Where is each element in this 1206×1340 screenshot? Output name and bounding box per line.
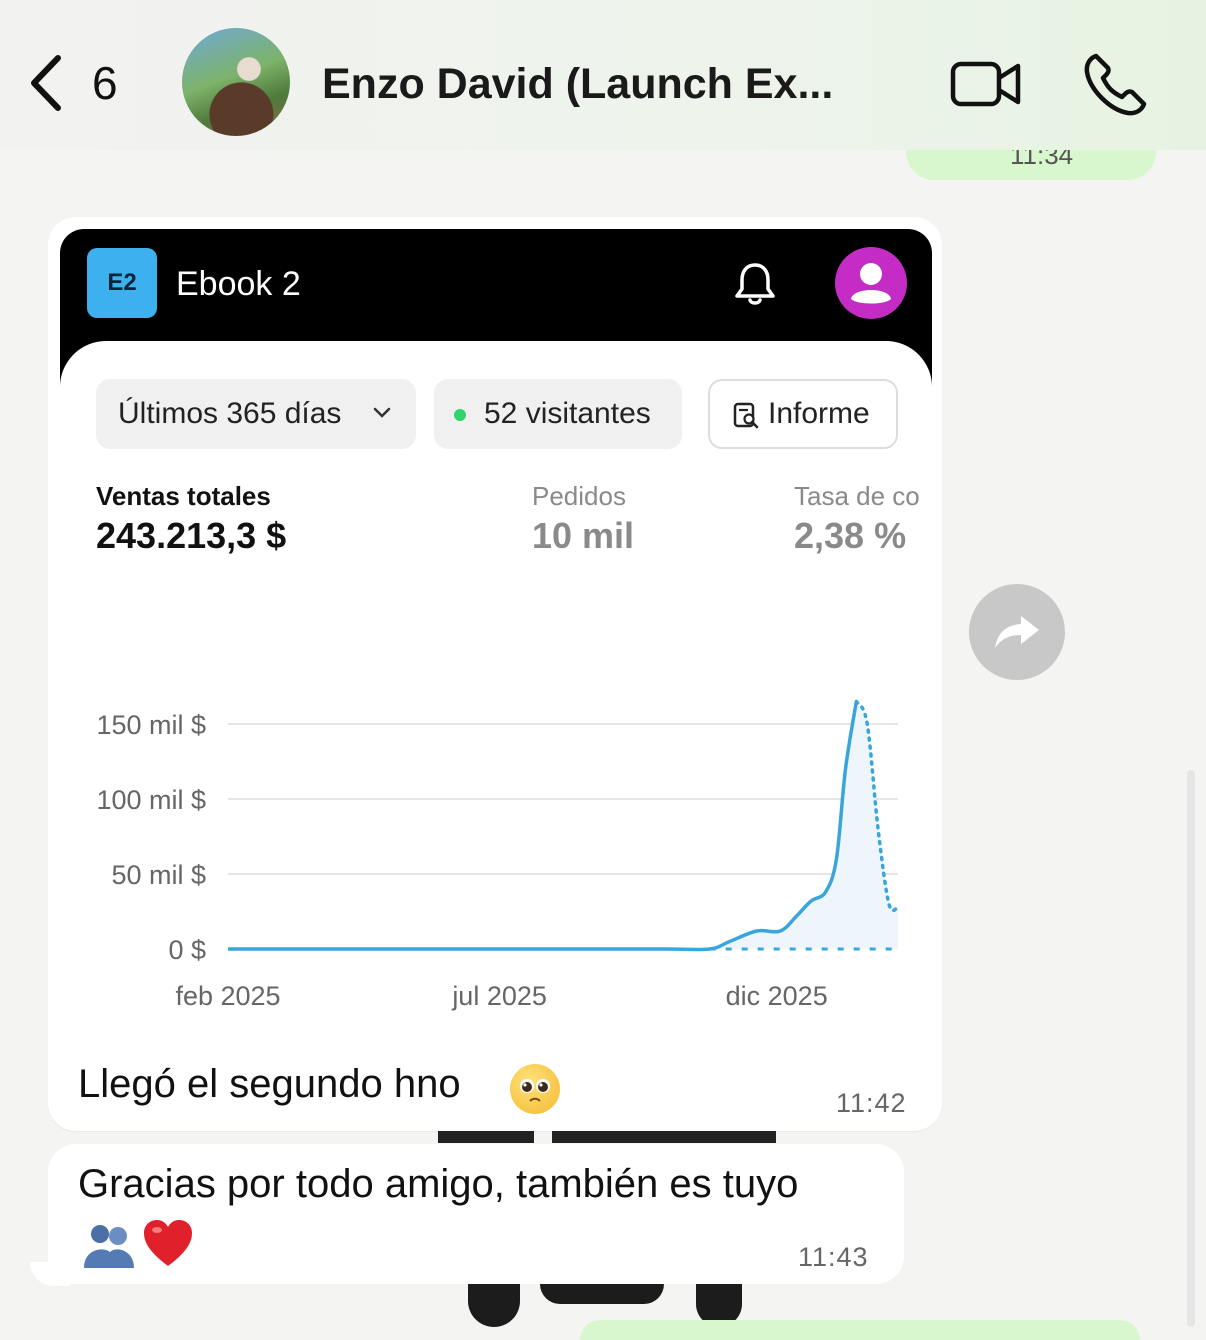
background-sticker bbox=[468, 1284, 520, 1327]
report-icon bbox=[733, 402, 759, 429]
y-tick-label: 150 mil $ bbox=[96, 710, 206, 740]
metric-label: Ventas totales bbox=[96, 481, 271, 511]
forward-button[interactable] bbox=[969, 584, 1065, 680]
metric-value: 10 mil bbox=[532, 515, 635, 556]
background-sticker bbox=[438, 1131, 534, 1143]
visitors-label: 52 visitantes bbox=[484, 397, 651, 430]
y-tick-label: 50 mil $ bbox=[111, 860, 206, 890]
scrollbar[interactable] bbox=[1187, 770, 1195, 1327]
x-tick-label: feb 2025 bbox=[175, 981, 280, 1011]
visitors-pill: 52 visitantes bbox=[434, 379, 682, 449]
avatar[interactable] bbox=[182, 28, 290, 136]
x-tick-label: jul 2025 bbox=[451, 981, 547, 1011]
metric-label: Pedidos bbox=[532, 481, 626, 511]
unread-count[interactable]: 6 bbox=[92, 56, 118, 110]
bell-icon bbox=[735, 263, 775, 305]
series-line-sales bbox=[228, 701, 859, 952]
report-label: Informe bbox=[768, 397, 870, 430]
forward-icon bbox=[995, 616, 1039, 648]
user-icon bbox=[835, 247, 907, 319]
message-text: Llegó el segundo hno bbox=[78, 1062, 461, 1106]
period-filter-label: Últimos 365 días bbox=[118, 397, 342, 430]
message-text: Gracias por todo amigo, también es tuyo bbox=[78, 1162, 799, 1206]
people-hugging-icon bbox=[84, 1225, 134, 1268]
background-sticker bbox=[552, 1131, 776, 1143]
message-time: 11:42 bbox=[836, 1088, 907, 1118]
y-tick-label: 0 $ bbox=[168, 935, 206, 965]
pleading-face-icon bbox=[510, 1064, 560, 1114]
attached-screenshot[interactable]: E2 Ebook 2 Últimos 365 días 52 visitante… bbox=[60, 229, 932, 1039]
next-message-bubble[interactable] bbox=[580, 1320, 1140, 1340]
store-badge: E2 bbox=[87, 248, 157, 318]
x-tick-label: dic 2025 bbox=[726, 981, 828, 1011]
contact-name[interactable]: Enzo David (Launch Ex... bbox=[322, 60, 833, 109]
report-button: Informe bbox=[708, 379, 898, 449]
chevron-left-icon[interactable] bbox=[26, 54, 66, 112]
message-time: 11:43 bbox=[798, 1242, 869, 1272]
live-dot bbox=[454, 409, 466, 421]
store-name: Ebook 2 bbox=[176, 265, 301, 303]
chat-header: 6 Enzo David (Launch Ex... bbox=[0, 0, 1206, 150]
sales-chart: 0 $ 50 mil $ 100 mil $ 150 mil $ feb 2025 jul… bbox=[96, 699, 900, 1011]
chevron-down-icon bbox=[373, 407, 391, 418]
background-sticker bbox=[540, 1284, 664, 1304]
phone-icon[interactable] bbox=[1082, 52, 1148, 118]
red-heart-icon bbox=[144, 1220, 192, 1266]
metric-value: 2,38 % bbox=[794, 515, 907, 556]
period-filter: Últimos 365 días bbox=[96, 379, 416, 449]
video-call-icon[interactable] bbox=[950, 60, 1022, 108]
metric-label: Tasa de co bbox=[794, 481, 920, 511]
y-tick-label: 100 mil $ bbox=[96, 785, 206, 815]
metric-value: 243.213,3 $ bbox=[96, 515, 287, 556]
